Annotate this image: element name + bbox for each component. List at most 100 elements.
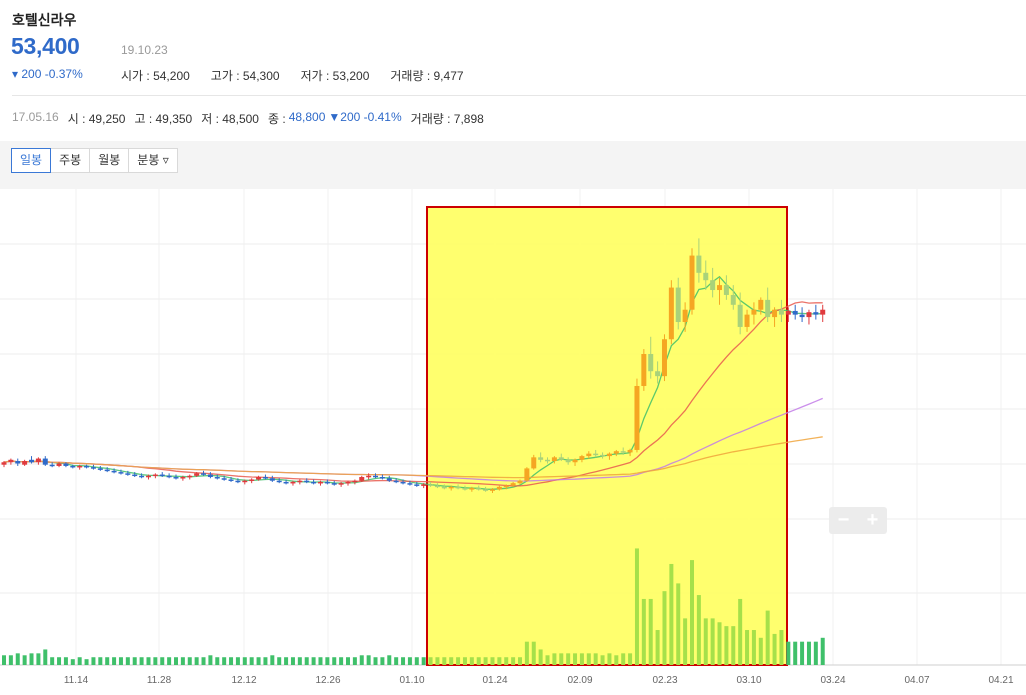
volume-bar: [63, 657, 68, 665]
volume-bar: [263, 657, 268, 665]
candle: [641, 349, 647, 391]
x-tick-label: 02.09: [567, 675, 592, 686]
volume-bar: [414, 657, 419, 665]
candle-body: [765, 299, 771, 318]
candle-body: [118, 472, 124, 474]
candle-body: [139, 475, 145, 478]
candle: [269, 475, 275, 482]
candle-body: [400, 481, 406, 484]
candle: [352, 479, 358, 485]
candle: [15, 458, 21, 466]
highlight-box: [426, 206, 788, 666]
candle-body: [723, 285, 729, 295]
volume-bar: [50, 657, 55, 665]
period-tabs: 일봉 주봉 월봉 분봉 ▿: [11, 148, 178, 173]
volume-bar: [669, 563, 674, 665]
candle-body: [359, 477, 365, 481]
volume-bar: [407, 657, 412, 665]
volume-bar: [394, 657, 399, 665]
candle-body: [352, 480, 358, 483]
volume-bar: [586, 653, 591, 665]
candle-body: [641, 354, 647, 386]
zoom-in-button[interactable]: +: [858, 507, 887, 534]
candle: [262, 474, 268, 480]
candle-body: [496, 486, 502, 490]
candle: [668, 280, 674, 345]
volume-bar: [552, 653, 557, 665]
volume-bar: [36, 653, 41, 665]
candle-body: [1, 462, 7, 465]
volume-bar: [731, 626, 736, 665]
candle: [42, 456, 48, 466]
volume-bar: [600, 655, 605, 665]
candle-body: [379, 477, 385, 479]
header-divider: [12, 95, 1026, 96]
candle-body: [304, 480, 310, 483]
volume-bar: [8, 655, 13, 665]
candle-body: [201, 473, 207, 475]
volume-bar: [174, 657, 178, 665]
volume-bar: [518, 657, 522, 665]
selection-highlight: [426, 206, 788, 666]
volume-bar: [751, 630, 756, 665]
candle-body: [758, 299, 764, 310]
volume-bar: [538, 649, 543, 665]
volume-bar: [132, 657, 137, 665]
volume-bar: [304, 657, 309, 665]
volume-bar: [690, 560, 694, 665]
candle-body: [455, 486, 461, 489]
candle-body: [77, 465, 83, 468]
candle-body: [276, 480, 282, 483]
x-tick-label: 03.24: [820, 675, 845, 686]
volume-bar: [469, 657, 474, 665]
volume-bar: [772, 633, 777, 665]
hover-close-value: 48,800: [288, 110, 326, 124]
tab-weekly[interactable]: 주봉: [50, 148, 91, 173]
candle-body: [448, 486, 454, 489]
candle-body: [565, 459, 571, 463]
candle-body: [29, 459, 35, 463]
candle-body: [806, 312, 812, 318]
tab-minute[interactable]: 분봉 ▿: [128, 148, 178, 173]
volume-bar: [387, 655, 392, 665]
candle-body: [311, 481, 317, 484]
tab-daily[interactable]: 일봉: [11, 148, 52, 173]
volume-bar: [139, 657, 144, 665]
hover-open: 시 : 49,250: [67, 112, 126, 126]
volume-bar: [290, 657, 295, 665]
candle-body: [696, 255, 702, 273]
volume-bar: [579, 653, 584, 665]
volume-bar: [765, 610, 770, 665]
volume-bar: [607, 653, 612, 665]
candle-body: [49, 464, 55, 467]
volume-bar: [366, 655, 371, 665]
candle: [97, 465, 103, 471]
volume-bar: [573, 653, 578, 665]
volume-bar: [98, 657, 103, 665]
candle-body: [483, 489, 489, 491]
candle-body: [317, 481, 323, 484]
candle-body: [366, 475, 372, 478]
candle-body: [35, 458, 41, 463]
volume-bar: [786, 641, 791, 665]
candle-body: [600, 454, 606, 457]
candle-body: [778, 309, 784, 315]
candle-body: [166, 475, 172, 478]
candle: [524, 467, 530, 482]
candle-body: [627, 449, 633, 453]
tab-monthly[interactable]: 월봉: [89, 148, 130, 173]
candle-body: [214, 477, 220, 479]
price-chart[interactable]: 11.14 11.28 12.12 12.26 01.10 01.24 02.09 02.23…: [0, 189, 1026, 695]
zoom-out-button[interactable]: −: [829, 507, 858, 534]
volume-bar: [2, 655, 6, 665]
candle: [634, 378, 640, 453]
volume-bar: [621, 653, 626, 665]
candle-body: [70, 465, 76, 468]
candle-body: [751, 309, 757, 315]
candle-body: [517, 480, 523, 484]
candle-body: [22, 461, 28, 465]
daily-stats: 시가 : 54,200 고가 : 54,300 저가 : 53,200 거래량 …: [121, 67, 485, 84]
volume-bar: [676, 583, 681, 665]
volume-bar: [696, 595, 701, 665]
candle-body: [710, 280, 716, 291]
